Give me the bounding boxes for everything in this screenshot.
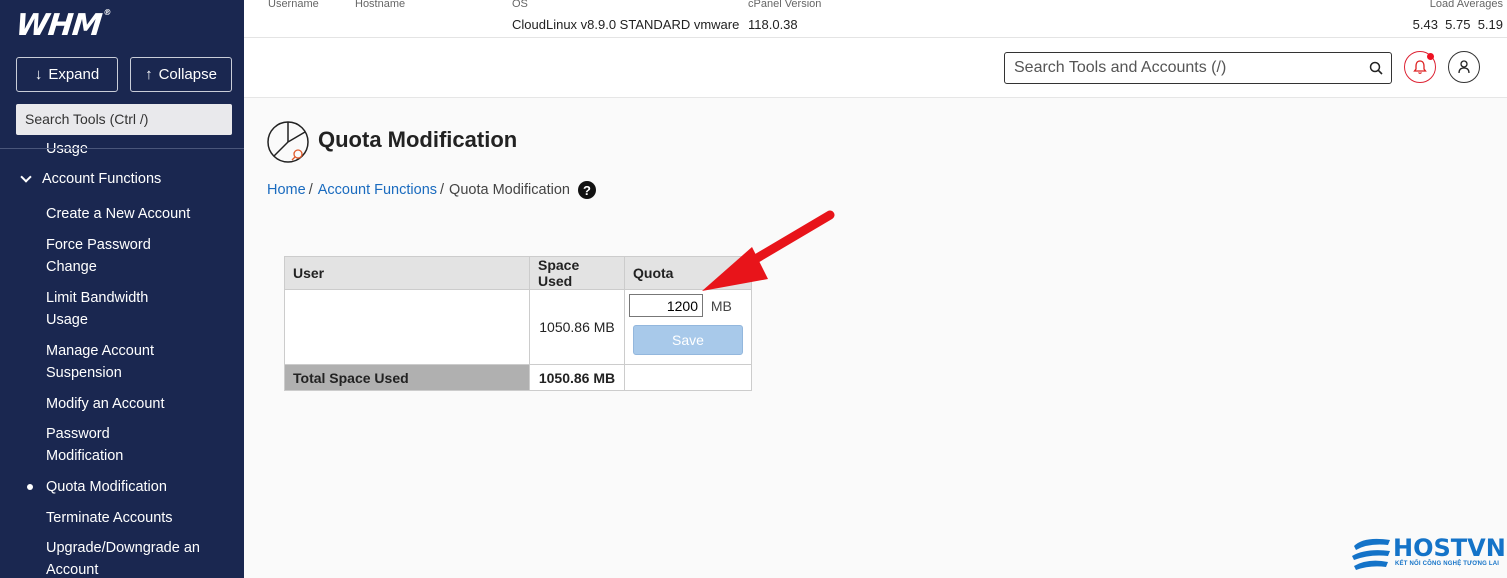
sidebar: WHM® ↓ Expand ↑ Collapse Search Tools (C…	[0, 0, 244, 578]
header: Search Tools and Accounts (/)	[244, 38, 1507, 98]
breadcrumb-current: Quota Modification	[449, 182, 570, 198]
total-empty-cell	[624, 364, 752, 391]
hostvn-brand: HOSTVN	[1393, 534, 1506, 562]
page-title: Quota Modification	[318, 127, 518, 152]
arrow-down-icon: ↓	[34, 66, 43, 83]
breadcrumb-account-functions-link[interactable]: Account Functions	[318, 182, 437, 198]
os-value: CloudLinux v8.9.0 STANDARD vmware	[512, 17, 740, 32]
sidebar-item-force-password-change[interactable]: Force Password Change	[46, 234, 186, 278]
search-icon[interactable]	[1369, 61, 1383, 75]
quota-table: User Space Used Quota 1050.86 MB MB Save…	[284, 256, 752, 391]
cpanel-version-label: cPanel Version	[748, 0, 822, 10]
bell-icon	[1413, 60, 1427, 74]
sidebar-item-create-account[interactable]: Create a New Account	[46, 203, 226, 225]
sidebar-item-upgrade-downgrade[interactable]: Upgrade/Downgrade an Account	[46, 537, 206, 578]
chevron-down-icon	[20, 171, 32, 183]
global-search-input[interactable]: Search Tools and Accounts (/)	[1004, 52, 1392, 84]
sidebar-group-account-functions[interactable]: Account Functions	[20, 171, 161, 187]
hostname-label: Hostname	[355, 0, 406, 10]
whm-logo[interactable]: WHM®	[14, 8, 111, 43]
table-row: 1050.86 MB MB Save	[284, 289, 752, 365]
expand-button[interactable]: ↓ Expand	[16, 57, 118, 92]
collapse-button[interactable]: ↑ Collapse	[130, 57, 232, 92]
notification-dot	[1427, 53, 1434, 60]
breadcrumb: Home / Account Functions / Quota Modific…	[267, 181, 596, 199]
breadcrumb-separator: /	[308, 182, 313, 198]
load-averages-label: Load Averages	[1429, 0, 1503, 10]
sidebar-item-password-modification[interactable]: Password Modification	[46, 423, 166, 467]
annotation-arrow	[702, 210, 835, 291]
save-button[interactable]: Save	[633, 325, 743, 355]
total-space-used: 1050.86 MB	[529, 364, 625, 391]
breadcrumb-separator: /	[440, 182, 445, 198]
sidebar-divider	[0, 148, 244, 149]
sidebar-item-manage-suspension[interactable]: Manage Account Suspension	[46, 340, 186, 384]
total-row: Total Space Used 1050.86 MB	[284, 364, 752, 391]
quota-modification-icon	[267, 121, 309, 163]
sidebar-item-quota-modification[interactable]: Quota Modification	[46, 476, 226, 498]
user-menu-button[interactable]	[1448, 51, 1480, 83]
sidebar-item-limit-bandwidth[interactable]: Limit Bandwidth Usage	[46, 287, 186, 331]
arrow-up-icon: ↑	[145, 66, 153, 83]
sidebar-item-modify-account[interactable]: Modify an Account	[46, 393, 226, 415]
server-info-bar: Username Hostname OS CloudLinux v8.9.0 S…	[244, 0, 1507, 38]
table-header-row: User Space Used Quota	[284, 256, 752, 290]
total-label: Total Space Used	[284, 364, 530, 391]
username-label: Username	[268, 0, 319, 10]
sidebar-item-usage[interactable]: Usage	[46, 138, 226, 160]
user-icon	[1458, 60, 1470, 74]
column-header-user: User	[284, 256, 530, 290]
os-label: OS	[512, 0, 528, 10]
user-cell	[284, 289, 530, 365]
notifications-button[interactable]	[1404, 51, 1436, 83]
cpanel-version-value: 118.0.38	[748, 17, 798, 32]
breadcrumb-home-link[interactable]: Home	[267, 182, 306, 198]
help-icon[interactable]: ?	[577, 181, 596, 199]
hostvn-tagline: KẾT NỐI CÔNG NGHỆ TƯƠNG LAI	[1395, 561, 1500, 567]
space-used-cell: 1050.86 MB	[529, 289, 625, 365]
load-averages-value: 5.43 5.75 5.19	[1412, 17, 1503, 32]
column-header-space-used: Space Used	[529, 256, 625, 290]
sidebar-item-terminate-accounts[interactable]: Terminate Accounts	[46, 507, 226, 529]
active-indicator	[27, 484, 33, 490]
sidebar-search-input[interactable]: Search Tools (Ctrl /)	[16, 104, 232, 135]
